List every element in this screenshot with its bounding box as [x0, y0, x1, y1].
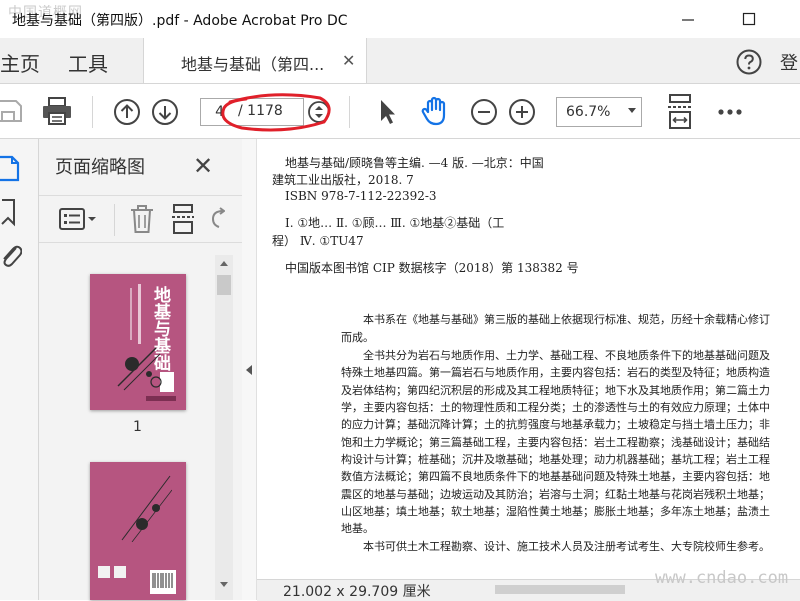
zoom-value: 66.7% — [566, 104, 611, 120]
cip-line: ISBN 978-7-112-22392-3 — [285, 189, 437, 203]
rotate-icon — [211, 207, 225, 228]
red-ellipse-annotation — [221, 93, 331, 132]
paperclip-icon — [3, 245, 22, 267]
save-button[interactable] — [0, 97, 22, 125]
collapse-panel-icon — [246, 365, 252, 375]
minimize-icon — [682, 19, 694, 21]
rotate-page-button[interactable] — [209, 205, 225, 233]
thumbnail-scrollbar-thumb[interactable] — [217, 275, 231, 295]
body-line: 震区的地基与基础；边坡运动及其防治；岩溶与土洞；红黏土地基与花岗岩残积土地基； — [341, 488, 770, 501]
fit-page-icon — [668, 94, 692, 129]
fit-page-button[interactable] — [666, 94, 694, 130]
page-thumbnail-2[interactable] — [90, 462, 186, 600]
thumbnail-scrollbar[interactable] — [215, 255, 233, 600]
scroll-down-icon — [220, 582, 228, 587]
print-icon — [43, 97, 71, 125]
attachments-rail-button[interactable] — [0, 239, 22, 269]
body-line: 数值方法概论；第四篇不良地质条件下的地基基础问题及特殊土地基，主要内容包括：地 — [341, 470, 770, 483]
tab-close-icon[interactable]: ✕ — [342, 51, 355, 70]
page-thumbnail-1[interactable]: 地基与基础 — [90, 274, 186, 410]
cip-line: 地基与基础/顾晓鲁等主编. —4 版. —北京：中国 — [285, 156, 544, 170]
page-thumbnails-rail-button[interactable] — [0, 153, 22, 183]
close-icon[interactable]: ✕ — [193, 152, 213, 180]
cip-line: Ⅰ. ①地… Ⅱ. ①顾… Ⅲ. ①地基②基础（工 — [285, 216, 505, 230]
cover-graphic — [117, 347, 162, 391]
tab-document-label: 地基与基础（第四... — [181, 55, 325, 74]
qr-code-icon — [114, 566, 126, 578]
panel-splitter[interactable] — [242, 139, 257, 600]
body-line: 学，主要内容包括：土的物理性质和工程分类；土的渗透性与土的有效应力原理；土体中 — [341, 401, 770, 414]
cip-line: 程） Ⅳ. ①TU47 — [272, 234, 364, 248]
page-thumbnail-label: 1 — [133, 419, 142, 435]
body-line: 饱和土力学概论；第三篇基础工程，主要内容包括：岩土工程勘察；浅基础设计；基础结 — [341, 436, 770, 449]
body-line: 全书共分为岩石与地质作用、土力学、基础工程、不良地质条件下的地基基础问题及 — [363, 349, 770, 362]
body-line: 特殊土地基四篇。第一篇岩石与地质作用，主要内容包括：岩石的类型及特征；地质构造 — [341, 366, 770, 379]
tab-home[interactable]: 主页 — [0, 48, 40, 77]
cip-line: 建筑工业出版社，2018. 7 — [272, 173, 414, 187]
more-tools-button[interactable] — [716, 102, 744, 122]
cover-subtitle-strip — [130, 288, 132, 340]
cover-publisher-bar — [146, 396, 176, 401]
more-icon — [718, 109, 742, 115]
maximize-button[interactable] — [734, 6, 764, 32]
toolbar: / 1178 — [0, 84, 800, 139]
body-line: 地基。 — [341, 522, 374, 535]
qr-code-icon — [98, 566, 110, 578]
insert-page-button[interactable] — [170, 203, 196, 235]
bookmarks-rail-button[interactable] — [0, 197, 22, 227]
save-icon — [0, 100, 22, 122]
barcode-icon — [150, 570, 176, 594]
cip-line: 中国版本图书馆 CIP 数据核字（2018）第 138382 号 — [285, 261, 579, 275]
body-line: 本书可供土木工程勘察、设计、施工技术人员及注册考试考生、大专院校师生参考。 — [363, 540, 770, 553]
left-tool-rail — [0, 139, 39, 600]
thumbnail-panel-title: 页面缩略图 — [55, 157, 145, 178]
login-button[interactable]: 登 — [780, 49, 798, 75]
tab-document[interactable]: 地基与基础（第四... ✕ — [143, 38, 367, 83]
insert-page-icon — [172, 204, 194, 234]
zoom-in-button[interactable] — [508, 98, 536, 126]
body-line: 及岩体结构；第四纪沉积层的形成及其工程地质特征；地下水及其地质作用；第二篇土力 — [341, 384, 770, 397]
thumbnail-options-button[interactable] — [58, 205, 98, 233]
body-line: 本书系在《地基与基础》第三版的基础上依据现行标准、规范，历经十余载精心修订 — [363, 313, 770, 326]
chevron-down-icon — [628, 108, 636, 113]
horizontal-scrollbar-thumb[interactable] — [495, 585, 625, 594]
help-icon[interactable] — [736, 49, 762, 75]
tab-tools[interactable]: 工具 — [68, 48, 108, 77]
body-line: 山区地基；填土地基；软土地基；湿陷性黄土地基；膨胀土地基；多年冻土地基；盐渍土 — [341, 505, 770, 518]
page-size-label: 21.002 x 29.709 厘米 — [283, 584, 431, 600]
zoom-out-button[interactable] — [470, 98, 498, 126]
arrow-up-circle-icon — [114, 99, 140, 125]
scroll-up-icon — [220, 261, 228, 266]
options-menu-icon — [59, 208, 96, 230]
print-button[interactable] — [41, 96, 73, 126]
document-icon — [0, 155, 20, 182]
thumbnail-toolbar — [39, 195, 242, 243]
cursor-arrow-icon — [381, 100, 395, 124]
delete-page-button[interactable] — [129, 203, 155, 235]
trash-icon — [131, 205, 153, 233]
zoom-out-icon — [471, 99, 497, 125]
minimize-button[interactable] — [673, 6, 703, 32]
cover-subtitle-strip — [138, 284, 141, 344]
back-cover-graphic — [121, 475, 172, 542]
zoom-in-icon — [509, 99, 535, 125]
next-page-button[interactable] — [151, 98, 179, 126]
previous-page-button[interactable] — [113, 98, 141, 126]
arrow-down-circle-icon — [152, 99, 178, 125]
window-title: 地基与基础（第四版）.pdf - Adobe Acrobat Pro DC — [12, 13, 348, 29]
bookmark-icon — [1, 199, 15, 227]
body-line: 而成。 — [341, 331, 374, 344]
select-tool-button[interactable] — [375, 97, 399, 127]
body-line: 构设计与计算；桩基础；沉井及墩基础；地基处理；动力机器基础；基坑工程；岩土工程 — [341, 453, 770, 466]
hand-icon — [421, 96, 446, 126]
hand-tool-button[interactable] — [419, 95, 451, 127]
tab-bar: 主页 工具 地基与基础（第四... ✕ — [0, 38, 800, 84]
maximize-icon — [742, 12, 756, 26]
watermark-bottom: www.cndao.com — [655, 568, 789, 588]
body-line: 的应力计算；基础沉降计算；土的抗剪强度与地基承载力；土坡稳定与挡土墙土压力；非 — [341, 418, 770, 431]
